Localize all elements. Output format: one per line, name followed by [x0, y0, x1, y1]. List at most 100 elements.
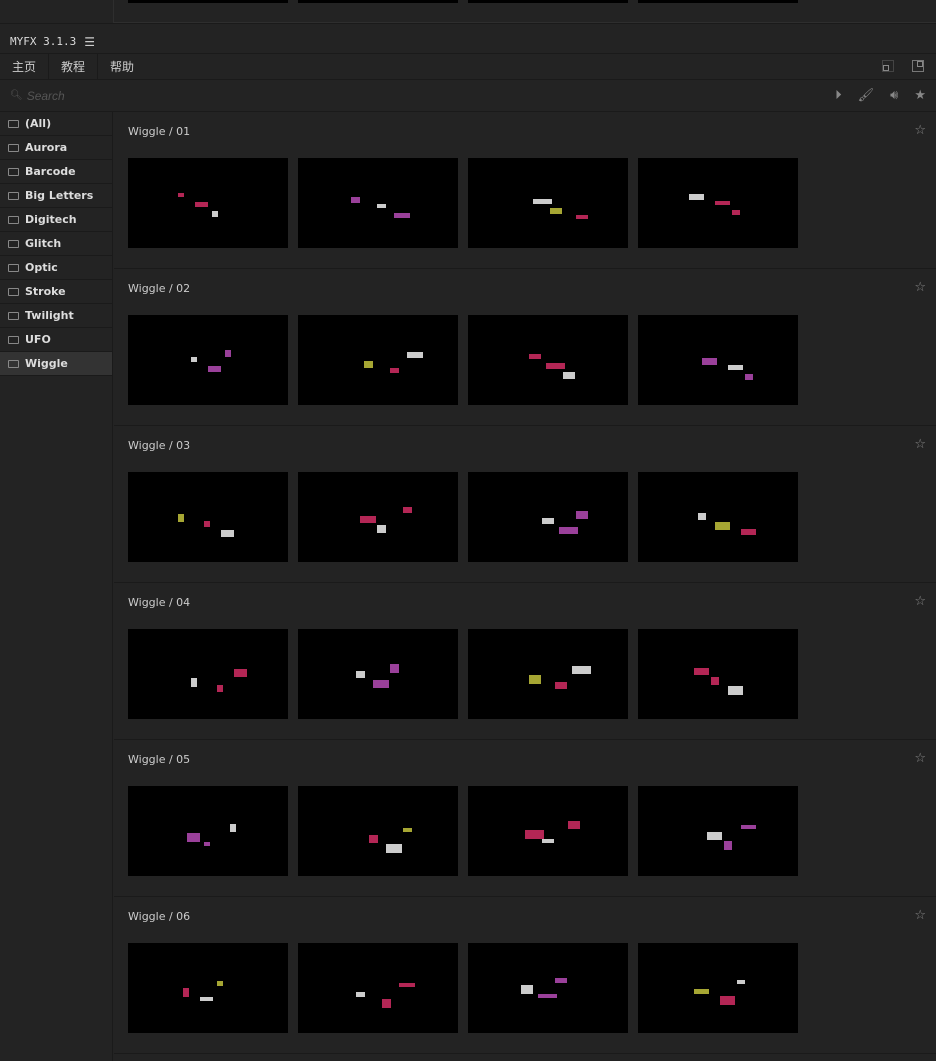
- preset-thumbnail[interactable]: [298, 158, 458, 248]
- preset-thumbnail[interactable]: [468, 786, 628, 876]
- star-icon[interactable]: ☆: [914, 908, 926, 923]
- preset-thumbnail[interactable]: [298, 786, 458, 876]
- preset-thumbnail[interactable]: [638, 472, 798, 562]
- preset-thumbnail[interactable]: [638, 629, 798, 719]
- hamburger-icon[interactable]: ☰: [84, 35, 95, 49]
- animation-preview-mark: [208, 366, 221, 372]
- preset-thumbnail[interactable]: [128, 943, 288, 1033]
- tab-home[interactable]: 主页: [0, 54, 50, 79]
- folder-icon: [8, 263, 19, 272]
- sidebar-item-label: Optic: [25, 261, 58, 274]
- sidebar-item-stroke[interactable]: Stroke: [0, 280, 112, 304]
- preset-section: Wiggle / 01 ☆: [114, 112, 936, 269]
- animation-preview-mark: [529, 675, 541, 684]
- animation-preview-mark: [720, 996, 735, 1005]
- thumbnail[interactable]: [298, 0, 458, 3]
- preset-thumbnail[interactable]: [298, 943, 458, 1033]
- animation-preview-mark: [403, 828, 412, 832]
- sidebar-item-twilight[interactable]: Twilight: [0, 304, 112, 328]
- thumbnail[interactable]: [128, 0, 288, 3]
- animation-preview-mark: [525, 830, 544, 839]
- animation-preview-mark: [221, 530, 234, 537]
- thumbnail[interactable]: [468, 0, 628, 3]
- preset-thumbnail[interactable]: [128, 786, 288, 876]
- preset-thumbnail[interactable]: [638, 315, 798, 405]
- animation-preview-mark: [529, 354, 541, 359]
- preset-thumbnail[interactable]: [468, 315, 628, 405]
- animation-preview-mark: [694, 668, 709, 675]
- animation-preview-mark: [555, 682, 567, 689]
- tab-tutorial[interactable]: 教程: [49, 54, 99, 79]
- preset-thumbnail[interactable]: [298, 315, 458, 405]
- search-input[interactable]: [26, 88, 227, 103]
- animation-preview-mark: [225, 350, 231, 357]
- preset-thumbnail[interactable]: [468, 943, 628, 1033]
- star-icon[interactable]: ☆: [914, 123, 926, 138]
- animation-preview-mark: [737, 980, 745, 984]
- sidebar-item-wiggle[interactable]: Wiggle: [0, 352, 112, 376]
- animation-preview-mark: [576, 215, 588, 219]
- preset-list: Wiggle / 01 ☆ Wiggle / 02 ☆ Wiggle / 03 ☆ Wigg…: [114, 112, 936, 1061]
- animation-preview-mark: [521, 985, 533, 994]
- animation-preview-mark: [576, 511, 588, 519]
- animation-preview-mark: [200, 997, 213, 1001]
- star-filled-icon[interactable]: ★: [914, 88, 926, 103]
- sidebar-item-label: Wiggle: [25, 357, 68, 370]
- preset-thumbnail[interactable]: [638, 158, 798, 248]
- animation-preview-mark: [732, 210, 740, 215]
- restore-window-icon[interactable]: [882, 60, 894, 72]
- play-icon[interactable]: ⏵: [835, 88, 842, 103]
- preset-thumbnail[interactable]: [128, 629, 288, 719]
- tab-help[interactable]: 帮助: [98, 54, 146, 79]
- popout-window-icon[interactable]: [912, 60, 924, 72]
- animation-preview-mark: [178, 514, 184, 522]
- animation-preview-mark: [390, 368, 399, 373]
- preset-thumbnail[interactable]: [638, 943, 798, 1033]
- sidebar-item-digitech[interactable]: Digitech: [0, 208, 112, 232]
- preset-thumbnail[interactable]: [128, 472, 288, 562]
- animation-preview-mark: [386, 844, 402, 853]
- sidebar-item-label: Glitch: [25, 237, 62, 250]
- animation-preview-mark: [183, 988, 189, 997]
- animation-preview-mark: [187, 833, 200, 842]
- preset-thumbnail[interactable]: [468, 472, 628, 562]
- section-title: Wiggle / 04: [128, 596, 191, 609]
- star-icon[interactable]: ☆: [914, 594, 926, 609]
- sidebar-item-label: Barcode: [25, 165, 76, 178]
- title-bar: MYFX 3.1.3 ☰: [0, 30, 936, 54]
- sidebar-item-glitch[interactable]: Glitch: [0, 232, 112, 256]
- star-icon[interactable]: ☆: [914, 437, 926, 452]
- sidebar-item-big-letters[interactable]: Big Letters: [0, 184, 112, 208]
- animation-preview-mark: [559, 527, 578, 534]
- volume-icon[interactable]: 🔊︎: [890, 88, 898, 103]
- sidebar-item-all[interactable]: (All): [0, 112, 112, 136]
- animation-preview-mark: [356, 671, 365, 678]
- animation-preview-mark: [204, 842, 210, 846]
- preset-thumbnail[interactable]: [638, 786, 798, 876]
- preset-thumbnail[interactable]: [298, 472, 458, 562]
- preset-thumbnail[interactable]: [128, 158, 288, 248]
- brush-icon[interactable]: 🖌︎: [858, 88, 875, 103]
- search-icon: 🔍︎: [10, 90, 23, 101]
- preset-thumbnail[interactable]: [468, 158, 628, 248]
- animation-preview-mark: [230, 824, 236, 832]
- animation-preview-mark: [356, 992, 365, 997]
- thumbnail[interactable]: [638, 0, 798, 3]
- animation-preview-mark: [403, 507, 412, 513]
- preset-thumbnail[interactable]: [468, 629, 628, 719]
- star-icon[interactable]: ☆: [914, 280, 926, 295]
- preset-section: Wiggle / 05 ☆: [114, 740, 936, 897]
- folder-icon: [8, 239, 19, 248]
- star-icon[interactable]: ☆: [914, 751, 926, 766]
- animation-preview-mark: [369, 835, 378, 843]
- sidebar-item-barcode[interactable]: Barcode: [0, 160, 112, 184]
- animation-preview-mark: [195, 202, 208, 207]
- folder-icon: [8, 359, 19, 368]
- preset-thumbnail[interactable]: [298, 629, 458, 719]
- animation-preview-mark: [741, 529, 756, 535]
- sidebar-item-optic[interactable]: Optic: [0, 256, 112, 280]
- preset-thumbnail[interactable]: [128, 315, 288, 405]
- sidebar-item-label: UFO: [25, 333, 51, 346]
- sidebar-item-ufo[interactable]: UFO: [0, 328, 112, 352]
- sidebar-item-aurora[interactable]: Aurora: [0, 136, 112, 160]
